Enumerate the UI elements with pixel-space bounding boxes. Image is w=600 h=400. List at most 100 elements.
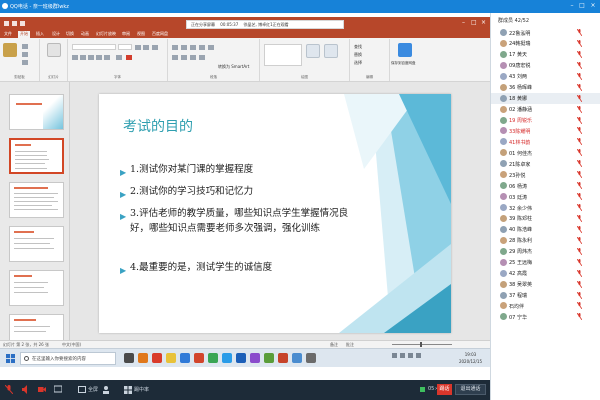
paste-icon[interactable] (3, 43, 17, 57)
member-row[interactable]: 21陈卓家 (491, 158, 600, 169)
app-icon[interactable] (278, 353, 288, 363)
save-to-baidu-label[interactable]: 保存到百度网盘 (391, 61, 416, 66)
slide-thumbnail[interactable]: 6 (9, 314, 64, 340)
app-icon[interactable] (250, 353, 260, 363)
camera-icon[interactable] (38, 385, 46, 394)
network-icon[interactable] (400, 353, 405, 358)
fullscreen-label[interactable]: 全屏 (88, 386, 98, 393)
numbering-icon[interactable] (181, 45, 187, 50)
format-painter-icon[interactable] (22, 60, 28, 65)
slide-thumbnail[interactable]: 3 (9, 182, 64, 218)
share-screen-icon[interactable] (54, 385, 62, 394)
tab-view[interactable]: 视图 (137, 31, 145, 37)
member-row[interactable]: 37 程瑞 (491, 290, 600, 301)
member-row[interactable]: 36 杨晖峰 (491, 82, 600, 93)
fullscreen-icon[interactable] (78, 385, 86, 394)
tab-design[interactable]: 设计 (52, 31, 60, 37)
slide-thumbnail[interactable]: 5 (9, 270, 64, 306)
member-row[interactable]: 17 黄天 (491, 49, 600, 60)
cut-icon[interactable] (22, 44, 28, 49)
font-family-select[interactable] (72, 44, 116, 50)
align-center-icon[interactable] (181, 55, 187, 60)
member-row[interactable]: 23孙悦 (491, 169, 600, 180)
align-left-icon[interactable] (172, 55, 178, 60)
quick-styles-icon[interactable] (324, 44, 338, 58)
ppt-close-icon[interactable]: × (481, 19, 486, 26)
maximize-icon[interactable]: □ (578, 2, 586, 10)
shadow-icon[interactable] (96, 55, 102, 60)
app-icon[interactable] (292, 353, 302, 363)
mic-muted-icon[interactable] (5, 385, 13, 394)
raise-hand-button[interactable]: 踢话 (437, 384, 452, 395)
app-icon[interactable] (208, 353, 218, 363)
member-row[interactable]: 18 黄娜 (491, 92, 600, 104)
app-icon[interactable] (180, 353, 190, 363)
clear-format-icon[interactable] (152, 45, 158, 50)
tab-insert[interactable]: 插入 (36, 31, 44, 37)
member-row[interactable]: 06 杨涛 (491, 180, 600, 191)
member-row[interactable]: 24韩挺瑞 (491, 38, 600, 49)
member-row[interactable]: 41林书韵 (491, 136, 600, 147)
align-right-icon[interactable] (190, 55, 196, 60)
member-row[interactable]: 43 刘两 (491, 71, 600, 82)
volume-icon[interactable] (408, 353, 413, 358)
select-button[interactable]: 选择 (354, 60, 362, 66)
smartart-label[interactable]: 转换为 SmartArt (218, 64, 249, 70)
tab-home[interactable]: 开始 (18, 31, 30, 38)
decrease-indent-icon[interactable] (190, 45, 196, 50)
arrange-icon[interactable] (306, 44, 320, 58)
line-spacing-icon[interactable] (208, 45, 214, 50)
windows-start-icon[interactable] (6, 354, 15, 363)
app-icon[interactable] (306, 353, 316, 363)
bold-icon[interactable] (72, 55, 78, 60)
word-icon[interactable] (236, 353, 246, 363)
member-row[interactable]: 40 陈浩峰 (491, 224, 600, 235)
folder-icon[interactable] (166, 353, 176, 363)
member-row[interactable]: 02 潘静涵 (491, 104, 600, 115)
find-button[interactable]: 查找 (354, 44, 362, 50)
strikethrough-icon[interactable] (104, 55, 110, 60)
zoom-slider-thumb[interactable] (420, 342, 422, 347)
member-icon[interactable] (102, 385, 110, 394)
slide-thumbnail[interactable]: 4 (9, 226, 64, 262)
undo-icon[interactable] (12, 21, 17, 26)
grow-font-icon[interactable] (135, 45, 141, 50)
layout-label[interactable]: 踢中率 (134, 386, 149, 393)
minimize-icon[interactable]: – (568, 2, 576, 10)
copy-icon[interactable] (22, 52, 28, 57)
tab-transitions[interactable]: 切换 (66, 31, 74, 37)
char-spacing-icon[interactable] (116, 55, 122, 60)
increase-indent-icon[interactable] (199, 45, 205, 50)
ppt-minimize-icon[interactable]: – (462, 19, 465, 26)
italic-icon[interactable] (80, 55, 86, 60)
qq-icon[interactable] (222, 353, 232, 363)
shapes-gallery[interactable] (264, 44, 302, 66)
tab-baidu[interactable]: 百度网盘 (152, 31, 168, 37)
member-row[interactable]: 25 王远梅 (491, 257, 600, 268)
task-view-icon[interactable] (124, 353, 134, 363)
grid-icon[interactable] (124, 385, 132, 394)
member-row[interactable]: 09唐宏锐 (491, 60, 600, 71)
justify-icon[interactable] (199, 55, 205, 60)
ppt-restore-icon[interactable]: □ (471, 19, 477, 26)
member-row[interactable]: 03 廷涛 (491, 191, 600, 202)
current-slide[interactable]: 考试的目的 ▶ 1.测试你对某门课的掌握程度 ▶ 2.测试你的学习技巧和记忆力 … (99, 94, 451, 333)
tab-review[interactable]: 审阅 (122, 31, 130, 37)
member-row[interactable]: 33陈耀明 (491, 125, 600, 136)
member-row[interactable]: 39 陈邓柱 (491, 213, 600, 224)
app-icon[interactable] (138, 353, 148, 363)
shrink-font-icon[interactable] (143, 45, 149, 50)
close-icon[interactable]: × (589, 2, 597, 10)
tab-file[interactable]: 文件 (4, 31, 12, 37)
member-row[interactable]: 29 周炜杰 (491, 246, 600, 257)
underline-icon[interactable] (88, 55, 94, 60)
speaker-icon[interactable] (22, 385, 30, 394)
zoom-slider[interactable] (392, 344, 452, 345)
font-size-select[interactable] (118, 44, 132, 50)
member-row[interactable]: 42 高霞 (491, 268, 600, 279)
save-icon[interactable] (4, 21, 9, 26)
powerpoint-icon[interactable] (194, 353, 204, 363)
member-row[interactable]: 石均伴 (491, 300, 600, 311)
slide-thumbnail-selected[interactable]: 2 (9, 138, 64, 174)
bullets-icon[interactable] (172, 45, 178, 50)
